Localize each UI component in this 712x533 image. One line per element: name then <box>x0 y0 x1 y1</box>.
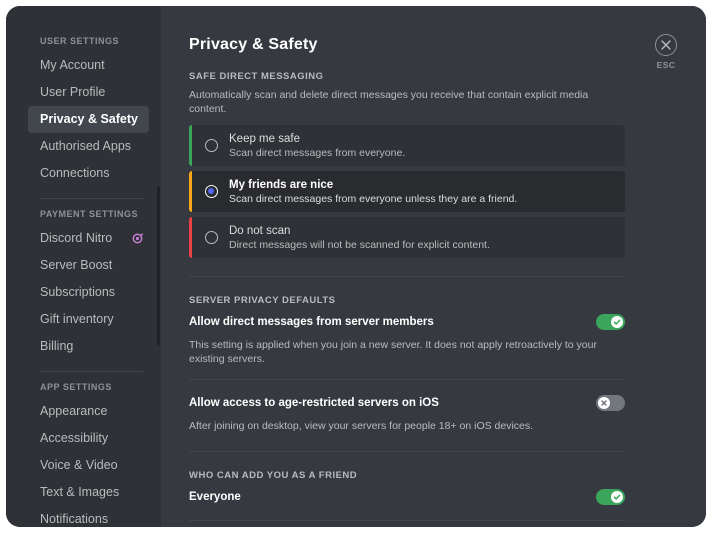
setting-title: Allow access to age-restricted servers o… <box>189 397 439 409</box>
sidebar-item-voice-video[interactable]: Voice & Video <box>28 452 149 479</box>
safe-dm-option-my-friends-are-nice[interactable]: My friends are niceScan direct messages … <box>189 171 625 212</box>
close-icon[interactable] <box>655 34 677 56</box>
sidebar-item-server-boost[interactable]: Server Boost <box>28 252 149 279</box>
sidebar-item-gift-inventory[interactable]: Gift inventory <box>28 306 149 333</box>
sidebar-item-label: User Profile <box>40 83 105 102</box>
sidebar-item-label: Discord Nitro <box>40 229 112 248</box>
settings-window: USER SETTINGS My Account User Profile Priva… <box>6 6 706 527</box>
sidebar-scrollbar[interactable] <box>157 186 160 346</box>
close-button[interactable]: ESC <box>646 34 686 70</box>
sidebar-item-notifications[interactable]: Notifications <box>28 506 149 527</box>
setting-note: This setting is applied when you join a … <box>189 338 625 366</box>
option-subtitle: Direct messages will not be scanned for … <box>229 238 490 252</box>
settings-sidebar: USER SETTINGS My Account User Profile Priva… <box>6 6 161 527</box>
sidebar-item-authorised-apps[interactable]: Authorised Apps <box>28 133 149 160</box>
sidebar-item-connections[interactable]: Connections <box>28 160 149 187</box>
sidebar-item-subscriptions[interactable]: Subscriptions <box>28 279 149 306</box>
safe-dm-option-keep-me-safe[interactable]: Keep me safeScan direct messages from ev… <box>189 125 625 166</box>
switch-knob <box>598 397 610 409</box>
option-subtitle: Scan direct messages from everyone. <box>229 146 405 160</box>
option-title: Keep me safe <box>229 132 405 146</box>
sidebar-item-privacy-safety[interactable]: Privacy & Safety <box>28 106 149 133</box>
row-divider <box>189 520 625 521</box>
friend-permission-toggle[interactable] <box>596 489 625 505</box>
sidebar-item-label: Text & Images <box>40 483 119 502</box>
settings-content: Privacy & Safety SAFE DIRECT MESSAGING A… <box>161 6 706 527</box>
switch-knob <box>611 491 623 503</box>
option-title: My friends are nice <box>229 178 517 192</box>
sidebar-item-label: Appearance <box>40 402 107 421</box>
sidebar-group-header: USER SETTINGS <box>6 36 161 52</box>
sidebar-item-label: My Account <box>40 56 105 75</box>
friend-section-label: WHO CAN ADD YOU AS A FRIEND <box>189 470 625 481</box>
sidebar-item-discord-nitro[interactable]: Discord Nitro <box>28 225 149 252</box>
radio-button[interactable] <box>205 185 218 198</box>
option-color-bar <box>189 171 192 212</box>
sidebar-item-label: Accessibility <box>40 429 108 448</box>
friend-permissions-section: WHO CAN ADD YOU AS A FRIEND EveryoneFrie… <box>189 470 625 527</box>
switch-knob <box>611 316 623 328</box>
sidebar-divider <box>40 198 143 199</box>
sidebar-group-header: PAYMENT SETTINGS <box>6 209 161 225</box>
sidebar-item-label: Gift inventory <box>40 310 114 329</box>
sidebar-item-label: Connections <box>40 164 110 183</box>
nitro-wheel-icon <box>132 231 143 242</box>
sidebar-item-text-images[interactable]: Text & Images <box>28 479 149 506</box>
sidebar-item-appearance[interactable]: Appearance <box>28 398 149 425</box>
sidebar-item-accessibility[interactable]: Accessibility <box>28 425 149 452</box>
sidebar-item-label: Subscriptions <box>40 283 115 302</box>
sidebar-item-label: Billing <box>40 337 73 356</box>
sidebar-item-my-account[interactable]: My Account <box>28 52 149 79</box>
sidebar-item-label: Privacy & Safety <box>40 110 138 129</box>
section-divider-2 <box>189 451 625 452</box>
page-title: Privacy & Safety <box>189 36 706 54</box>
option-color-bar <box>189 217 192 258</box>
option-text: My friends are niceScan direct messages … <box>229 178 517 206</box>
esc-label: ESC <box>646 60 686 70</box>
server-privacy-section-label: SERVER PRIVACY DEFAULTS <box>189 295 625 306</box>
setting-title: Allow direct messages from server member… <box>189 316 434 328</box>
option-text: Keep me safeScan direct messages from ev… <box>229 132 405 160</box>
setting-row: Allow access to age-restricted servers o… <box>189 393 625 412</box>
sidebar-item-label: Server Boost <box>40 256 112 275</box>
safe-dm-radio-group: Keep me safeScan direct messages from ev… <box>189 125 625 258</box>
safe-direct-messaging-section: SAFE DIRECT MESSAGING Automatically scan… <box>189 71 625 258</box>
radio-button[interactable] <box>205 139 218 152</box>
radio-button[interactable] <box>205 231 218 244</box>
friend-permission-row: Everyone <box>189 487 625 507</box>
sidebar-item-user-profile[interactable]: User Profile <box>28 79 149 106</box>
safe-dm-section-label: SAFE DIRECT MESSAGING <box>189 71 625 82</box>
option-title: Do not scan <box>229 224 490 238</box>
sidebar-item-billing[interactable]: Billing <box>28 333 149 360</box>
sidebar-item-label: Authorised Apps <box>40 137 131 156</box>
setting-toggle[interactable] <box>596 395 625 411</box>
sidebar-item-label: Voice & Video <box>40 456 118 475</box>
sidebar-group-header: APP SETTINGS <box>6 382 161 398</box>
setting-row: Allow direct messages from server member… <box>189 312 625 331</box>
setting-toggle[interactable] <box>596 314 625 330</box>
close-x-glyph <box>661 40 671 50</box>
safe-dm-option-do-not-scan[interactable]: Do not scanDirect messages will not be s… <box>189 217 625 258</box>
option-text: Do not scanDirect messages will not be s… <box>229 224 490 252</box>
friend-permission-title: Everyone <box>189 491 241 503</box>
row-divider <box>189 379 625 380</box>
server-privacy-section: SERVER PRIVACY DEFAULTS Allow direct mes… <box>189 295 625 433</box>
section-divider <box>189 276 625 277</box>
option-color-bar <box>189 125 192 166</box>
setting-note: After joining on desktop, view your serv… <box>189 419 625 433</box>
safe-dm-section-description: Automatically scan and delete direct mes… <box>189 88 625 116</box>
sidebar-divider <box>40 371 143 372</box>
sidebar-item-label: Notifications <box>40 510 108 527</box>
option-subtitle: Scan direct messages from everyone unles… <box>229 192 517 206</box>
